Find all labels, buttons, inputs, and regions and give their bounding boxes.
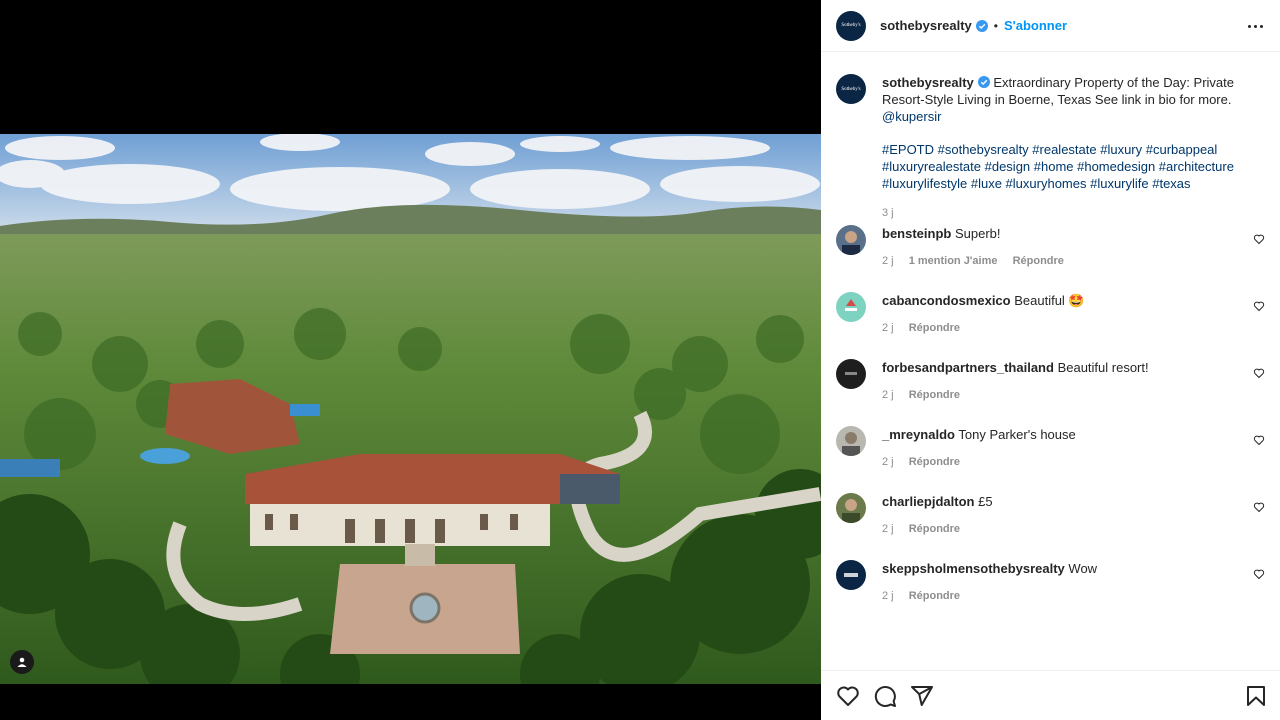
comment-text: Superb! bbox=[954, 226, 1001, 241]
reply-button[interactable]: Répondre bbox=[909, 590, 960, 602]
comment-time[interactable]: 2 j bbox=[882, 590, 894, 602]
comment-time[interactable]: 2 j bbox=[882, 389, 894, 401]
comment-time[interactable]: 2 j bbox=[882, 523, 894, 535]
reply-button[interactable]: Répondre bbox=[909, 456, 960, 468]
avatar-logo-text: Sotheby's bbox=[841, 86, 861, 92]
media-panel bbox=[0, 0, 821, 720]
commenter-avatar[interactable] bbox=[836, 560, 866, 590]
author-avatar[interactable]: Sotheby's bbox=[836, 10, 866, 41]
caption-hashtags[interactable]: #EPOTD #sothebysrealty #realestate #luxu… bbox=[882, 141, 1265, 192]
verified-badge-icon bbox=[977, 76, 990, 88]
commenter-avatar[interactable] bbox=[836, 426, 866, 456]
user-icon bbox=[17, 657, 27, 667]
comment-item: skeppsholmensothebysrealty Wow 2 j Répon… bbox=[836, 560, 1265, 603]
comment-text: £5 bbox=[978, 494, 993, 509]
caption-time[interactable]: 3 j bbox=[882, 207, 894, 219]
comment-like-heart-icon[interactable] bbox=[1253, 568, 1265, 580]
comment-like-heart-icon[interactable] bbox=[1253, 233, 1265, 245]
comment-item: forbesandpartners_thailand Beautiful res… bbox=[836, 359, 1265, 402]
comment-likes[interactable]: 1 mention J'aime bbox=[909, 255, 998, 267]
caption-username[interactable]: sothebysrealty bbox=[882, 75, 974, 90]
comment-item: cabancondosmexico Beautiful 🤩 2 j Répond… bbox=[836, 292, 1265, 335]
comment-username[interactable]: skeppsholmensothebysrealty bbox=[882, 561, 1065, 576]
commenter-avatar[interactable] bbox=[836, 359, 866, 389]
avatar-logo-text: Sotheby's bbox=[841, 23, 861, 28]
reply-button[interactable]: Répondre bbox=[909, 322, 960, 334]
heart-icon[interactable] bbox=[836, 684, 860, 708]
comment-username[interactable]: charliepjdalton bbox=[882, 494, 974, 509]
post-header: Sotheby's sothebysrealty • S'abonner bbox=[821, 0, 1280, 52]
caption-block: Sotheby's sothebysrealty Extraordinary P… bbox=[836, 74, 1265, 220]
caption-mention-link[interactable]: @kupersir bbox=[882, 109, 941, 124]
comment-text: Beautiful 🤩 bbox=[1014, 293, 1085, 308]
caption-author-avatar[interactable]: Sotheby's bbox=[836, 74, 866, 104]
commenter-avatar[interactable] bbox=[836, 225, 866, 255]
share-icon[interactable] bbox=[910, 684, 934, 708]
comments-scroll-area[interactable]: Sotheby's sothebysrealty Extraordinary P… bbox=[821, 53, 1280, 670]
aerial-estate-image bbox=[0, 134, 821, 684]
comment-username[interactable]: bensteinpb bbox=[882, 226, 951, 241]
comment-time[interactable]: 2 j bbox=[882, 255, 894, 267]
comment-text: Wow bbox=[1068, 561, 1098, 576]
post-photo[interactable] bbox=[0, 134, 821, 684]
tagged-users-button[interactable] bbox=[10, 650, 34, 674]
comment-item: bensteinpb Superb! 2 j 1 mention J'aime … bbox=[836, 225, 1265, 268]
verified-badge-icon bbox=[975, 19, 988, 32]
comment-time[interactable]: 2 j bbox=[882, 322, 894, 334]
comment-username[interactable]: cabancondosmexico bbox=[882, 293, 1011, 308]
comment-time[interactable]: 2 j bbox=[882, 456, 894, 468]
bookmark-icon[interactable] bbox=[1244, 684, 1268, 708]
comment-item: _mreynaldo Tony Parker's house 2 j Répon… bbox=[836, 426, 1265, 469]
comment-text: Beautiful resort! bbox=[1057, 360, 1149, 375]
comment-like-heart-icon[interactable] bbox=[1253, 434, 1265, 446]
comment-like-heart-icon[interactable] bbox=[1253, 300, 1265, 312]
comment-username[interactable]: _mreynaldo bbox=[882, 427, 955, 442]
comment-like-heart-icon[interactable] bbox=[1253, 367, 1265, 379]
comment-icon[interactable] bbox=[873, 684, 897, 708]
comment-like-heart-icon[interactable] bbox=[1253, 501, 1265, 513]
reply-button[interactable]: Répondre bbox=[909, 389, 960, 401]
reply-button[interactable]: Répondre bbox=[1013, 255, 1064, 267]
reply-button[interactable]: Répondre bbox=[909, 523, 960, 535]
comment-text: Tony Parker's house bbox=[958, 427, 1076, 442]
comment-item: charliepjdalton £5 2 j Répondre bbox=[836, 493, 1265, 536]
post-details-panel: Sotheby's sothebysrealty • S'abonner Sot… bbox=[821, 0, 1280, 720]
commenter-avatar[interactable] bbox=[836, 292, 866, 322]
more-icon[interactable] bbox=[1244, 15, 1266, 37]
post-actions-bar bbox=[821, 670, 1280, 720]
follow-button[interactable]: S'abonner bbox=[1004, 18, 1067, 33]
comment-username[interactable]: forbesandpartners_thailand bbox=[882, 360, 1054, 375]
separator-dot: • bbox=[993, 18, 998, 33]
author-username[interactable]: sothebysrealty bbox=[880, 18, 972, 33]
commenter-avatar[interactable] bbox=[836, 493, 866, 523]
